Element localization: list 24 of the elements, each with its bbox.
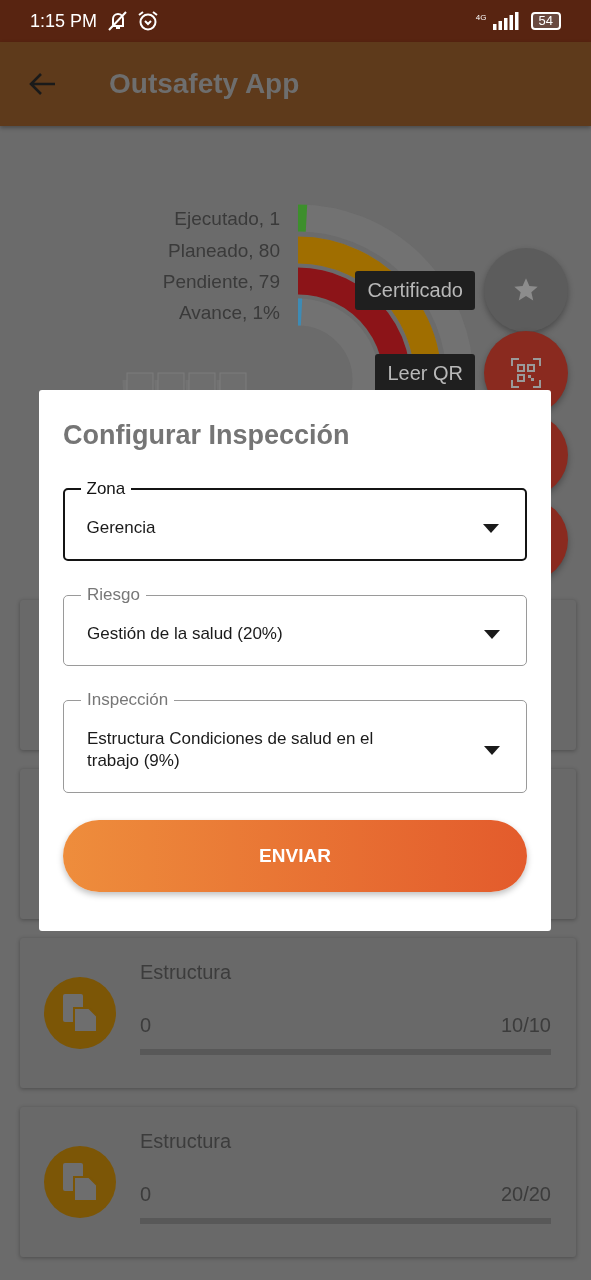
app-title: Outsafety App <box>109 68 300 100</box>
star-fab-button[interactable] <box>484 248 568 332</box>
dropdown-caret-icon <box>484 745 500 755</box>
field-label: Riesgo <box>86 585 141 605</box>
network-type: 4G <box>475 13 487 22</box>
field-value: Gestión de la salud (20%) <box>87 623 284 645</box>
status-time: 1:15 PM <box>30 10 98 32</box>
dropdown-field[interactable]: Inspección Estructura Condiciones de salud en el trabajo (9%) <box>63 690 527 793</box>
dropdown-field[interactable]: Zona Gerencia <box>63 479 527 561</box>
dialog-title: Configurar Inspección <box>63 420 351 451</box>
field-label: Zona <box>85 479 127 499</box>
battery-indicator: 54 <box>530 12 561 30</box>
field-value: Gerencia <box>86 517 157 539</box>
dropdown-field[interactable]: Riesgo Gestión de la salud (20%) <box>63 585 527 666</box>
tooltip: Leer QR <box>375 353 475 393</box>
field-label: Inspección <box>86 690 170 710</box>
field-value: Estructura Condiciones de salud en el trabajo (9%) <box>87 728 375 772</box>
dropdown-caret-icon <box>483 523 499 533</box>
dropdown-caret-icon <box>484 629 500 639</box>
signal-icon <box>492 12 519 30</box>
qr-code-icon <box>511 358 541 388</box>
alarm-icon <box>137 10 160 32</box>
tooltip: Certificado <box>355 270 475 310</box>
back-arrow-icon[interactable] <box>29 72 57 96</box>
